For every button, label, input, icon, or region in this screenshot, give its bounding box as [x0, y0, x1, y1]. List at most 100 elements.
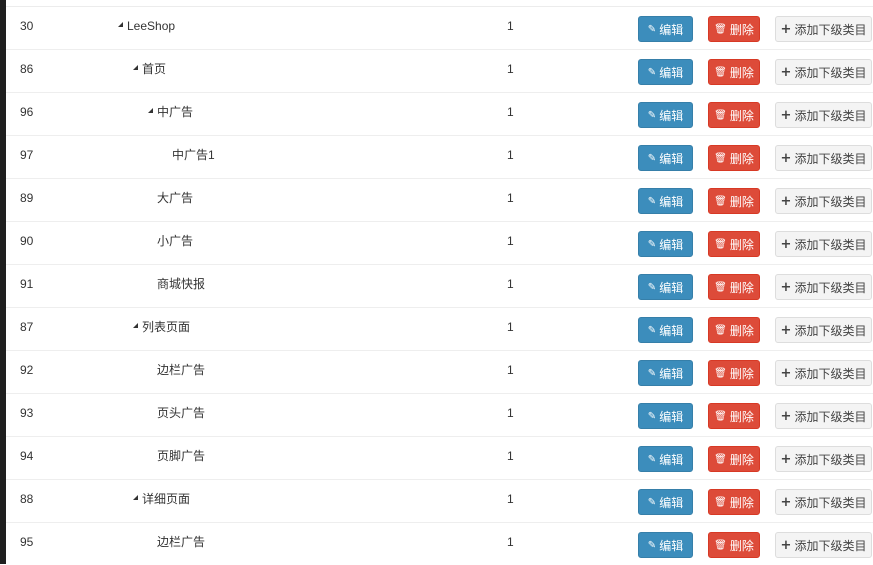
delete-button[interactable]: 🗑 删除 [708, 403, 760, 429]
sort-order: 1 [507, 406, 514, 420]
delete-button[interactable]: 🗑 删除 [708, 317, 760, 343]
category-name: 边栏广告 [157, 535, 206, 549]
category-name: 商城快报 [157, 277, 206, 291]
edit-icon: ✎ [647, 410, 657, 422]
add-child-button[interactable]: + 添加下级类目 [775, 145, 872, 171]
tree-node[interactable]: 中广告 [148, 105, 193, 119]
edit-button[interactable]: ✎ 编辑 [638, 403, 693, 429]
edit-button-label: 编辑 [659, 538, 684, 553]
add-child-button[interactable]: + 添加下级类目 [775, 59, 872, 85]
edit-button[interactable]: ✎ 编辑 [638, 360, 693, 386]
plus-icon: + [780, 494, 792, 510]
add-child-button-label: 添加下级类目 [794, 409, 867, 424]
edit-button[interactable]: ✎ 编辑 [638, 188, 693, 214]
delete-button[interactable]: 🗑 删除 [708, 231, 760, 257]
add-child-button[interactable]: + 添加下级类目 [775, 16, 872, 42]
add-child-button[interactable]: + 添加下级类目 [775, 403, 872, 429]
delete-button-label: 删除 [729, 280, 754, 295]
plus-icon: + [780, 279, 792, 295]
expand-caret-icon[interactable] [148, 107, 153, 113]
table-row: 86 首页 1 ✎ 编辑 🗑 删除 + 添加下级类目 [6, 50, 873, 93]
edit-button[interactable]: ✎ 编辑 [638, 102, 693, 128]
add-child-button[interactable]: + 添加下级类目 [775, 532, 872, 558]
tree-node[interactable]: 列表页面 [133, 320, 190, 334]
edit-button-label: 编辑 [659, 452, 684, 467]
tree-node[interactable]: 首页 [133, 62, 166, 76]
edit-button[interactable]: ✎ 编辑 [638, 532, 693, 558]
edit-button[interactable]: ✎ 编辑 [638, 145, 693, 171]
add-child-button-label: 添加下级类目 [794, 65, 867, 80]
trash-icon: 🗑 [714, 324, 727, 336]
trash-icon: 🗑 [714, 23, 727, 35]
delete-button[interactable]: 🗑 删除 [708, 102, 760, 128]
delete-button-label: 删除 [729, 108, 754, 123]
category-name: LeeShop [127, 19, 176, 33]
category-id: 30 [20, 19, 34, 33]
add-child-button[interactable]: + 添加下级类目 [775, 317, 872, 343]
delete-button[interactable]: 🗑 删除 [708, 145, 760, 171]
trash-icon: 🗑 [714, 281, 727, 293]
expand-caret-icon[interactable] [118, 21, 123, 27]
add-child-button[interactable]: + 添加下级类目 [775, 360, 872, 386]
edit-button[interactable]: ✎ 编辑 [638, 59, 693, 85]
trash-icon: 🗑 [714, 238, 727, 250]
category-tree-table: 30 LeeShop 1 ✎ 编辑 🗑 删除 + 添加下级类目 86 首页 1 ✎ 编辑 🗑 删除 + 添加下级类… [6, 7, 873, 565]
add-child-button-label: 添加下级类目 [794, 366, 867, 381]
delete-button-label: 删除 [729, 409, 754, 424]
delete-button-label: 删除 [729, 323, 754, 338]
category-name: 中广告 [157, 105, 194, 119]
add-child-button[interactable]: + 添加下级类目 [775, 489, 872, 515]
trash-icon: 🗑 [714, 496, 727, 508]
tree-node[interactable]: LeeShop [118, 19, 175, 33]
delete-button[interactable]: 🗑 删除 [708, 532, 760, 558]
add-child-button[interactable]: + 添加下级类目 [775, 188, 872, 214]
edit-button[interactable]: ✎ 编辑 [638, 446, 693, 472]
add-child-button[interactable]: + 添加下级类目 [775, 446, 872, 472]
delete-button[interactable]: 🗑 删除 [708, 489, 760, 515]
plus-icon: + [780, 150, 792, 166]
delete-button-label: 删除 [729, 65, 754, 80]
category-name: 首页 [142, 62, 167, 76]
table-row: 93 页头广告 1 ✎ 编辑 🗑 删除 + 添加下级类目 [6, 394, 873, 437]
edit-button[interactable]: ✎ 编辑 [638, 489, 693, 515]
delete-button-label: 删除 [729, 538, 754, 553]
trash-icon: 🗑 [714, 410, 727, 422]
edit-button-label: 编辑 [659, 108, 684, 123]
delete-button[interactable]: 🗑 删除 [708, 188, 760, 214]
expand-caret-icon[interactable] [133, 494, 138, 500]
sort-order: 1 [507, 191, 514, 205]
delete-button[interactable]: 🗑 删除 [708, 59, 760, 85]
add-child-button-label: 添加下级类目 [794, 452, 867, 467]
edit-button-label: 编辑 [659, 366, 684, 381]
delete-button[interactable]: 🗑 删除 [708, 16, 760, 42]
edit-button[interactable]: ✎ 编辑 [638, 231, 693, 257]
trash-icon: 🗑 [714, 539, 727, 551]
delete-button[interactable]: 🗑 删除 [708, 274, 760, 300]
sort-order: 1 [507, 277, 514, 291]
add-child-button[interactable]: + 添加下级类目 [775, 231, 872, 257]
expand-caret-icon[interactable] [133, 64, 138, 70]
trash-icon: 🗑 [714, 152, 727, 164]
trash-icon: 🗑 [714, 66, 727, 78]
sort-order: 1 [507, 234, 514, 248]
add-child-button[interactable]: + 添加下级类目 [775, 102, 872, 128]
plus-icon: + [780, 451, 792, 467]
edit-button-label: 编辑 [659, 194, 684, 209]
add-child-button-label: 添加下级类目 [794, 538, 867, 553]
edit-icon: ✎ [647, 238, 657, 250]
delete-button[interactable]: 🗑 删除 [708, 360, 760, 386]
add-child-button-label: 添加下级类目 [794, 108, 867, 123]
tree-node[interactable]: 详细页面 [133, 492, 190, 506]
plus-icon: + [780, 107, 792, 123]
add-child-button-label: 添加下级类目 [794, 151, 867, 166]
edit-button[interactable]: ✎ 编辑 [638, 274, 693, 300]
category-id: 93 [20, 406, 34, 420]
tree-node: 小广告 [148, 234, 193, 248]
delete-button[interactable]: 🗑 删除 [708, 446, 760, 472]
expand-caret-icon[interactable] [133, 322, 138, 328]
add-child-button[interactable]: + 添加下级类目 [775, 274, 872, 300]
edit-button[interactable]: ✎ 编辑 [638, 317, 693, 343]
edit-button[interactable]: ✎ 编辑 [638, 16, 693, 42]
sort-order: 1 [507, 492, 514, 506]
edit-button-label: 编辑 [659, 280, 684, 295]
